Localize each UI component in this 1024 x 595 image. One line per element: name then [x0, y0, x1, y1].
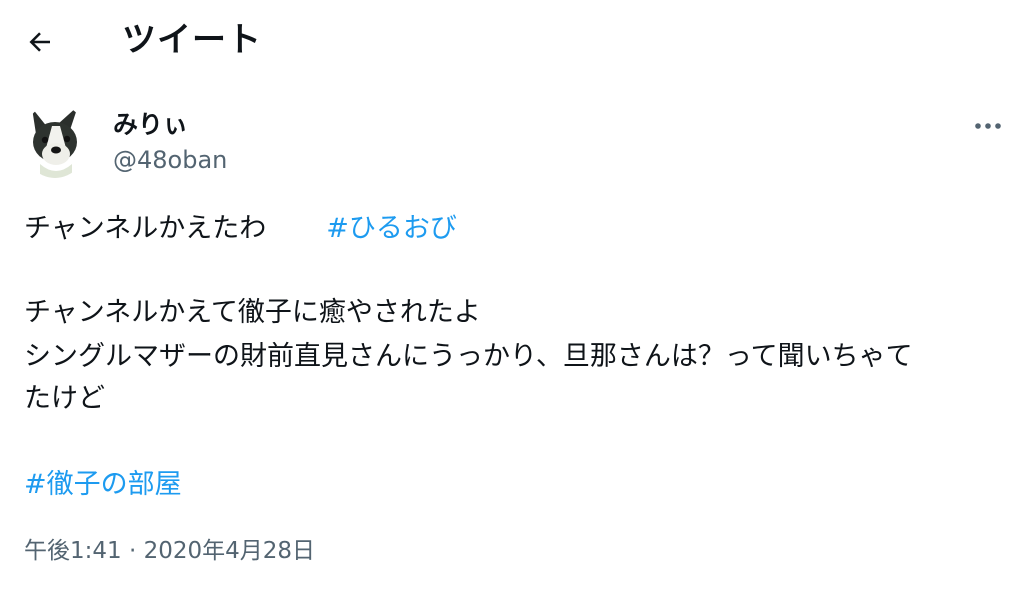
- tweet-line-1: チャンネルかえたわ #ひるおび: [24, 212, 457, 246]
- more-options-button[interactable]: [970, 112, 1006, 140]
- hashtag-link[interactable]: #ひるおび: [326, 213, 457, 244]
- back-button[interactable]: [22, 24, 58, 60]
- author-display-name[interactable]: みりぃ: [113, 110, 188, 140]
- tweet-line-3: シングルマザーの財前直見さんにうっかり、旦那さんは？って聞いちゃて: [24, 341, 913, 372]
- top-bar: ツイート: [0, 0, 1024, 84]
- page-title: ツイート: [122, 20, 262, 60]
- author-handle[interactable]: @48oban: [113, 145, 227, 175]
- boston-terrier-avatar: [22, 104, 88, 178]
- arrow-left-icon: [29, 32, 50, 52]
- more-horizontal-icon: [975, 123, 1001, 129]
- tweet-text: チャンネルかえたわ: [24, 213, 267, 244]
- tweet-timestamp[interactable]: 午後1:41 · 2020年4月28日: [24, 536, 315, 566]
- tweet-line-2: チャンネルかえて徹子に癒やされたよ: [24, 297, 481, 328]
- avatar[interactable]: [22, 104, 88, 178]
- tweet-line-5: #徹子の部屋: [24, 468, 182, 502]
- hashtag-link[interactable]: #徹子の部屋: [24, 469, 182, 500]
- tweet-line-4: たけど: [24, 383, 105, 414]
